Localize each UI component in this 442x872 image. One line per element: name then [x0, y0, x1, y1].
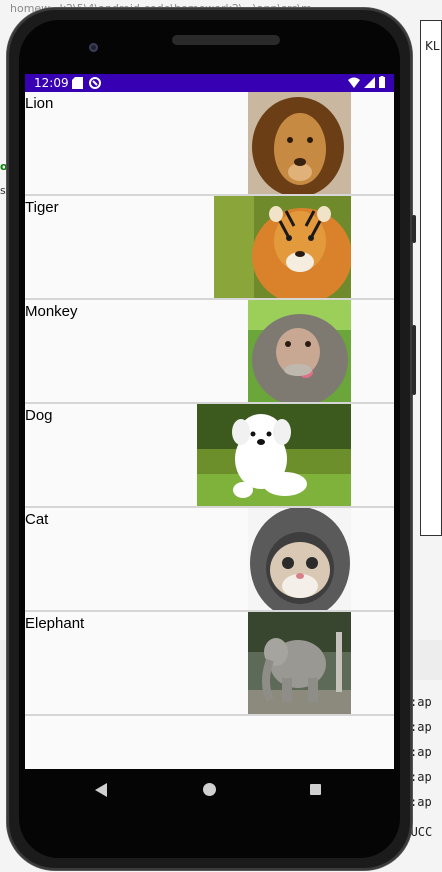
status-bar: 12:09	[25, 74, 394, 92]
ide-right-panel: KL	[420, 20, 442, 536]
sync-icon	[89, 77, 101, 89]
elephant-image	[248, 612, 351, 714]
tiger-image	[214, 196, 351, 298]
sd-card-icon	[72, 77, 83, 89]
animal-name: Tiger	[25, 199, 59, 216]
console-line: :ap	[410, 770, 432, 784]
front-camera	[89, 43, 98, 52]
console-line: :ap	[410, 695, 432, 709]
list-item[interactable]: Lion	[25, 92, 394, 196]
list-item[interactable]: Cat	[25, 508, 394, 612]
console-line: :ap	[410, 745, 432, 759]
earpiece-speaker	[172, 35, 280, 45]
wifi-icon	[348, 77, 360, 88]
back-icon[interactable]	[95, 783, 107, 797]
ide-right-tab[interactable]: KL	[425, 39, 440, 53]
console-line: :ap	[410, 795, 432, 809]
cat-image	[248, 508, 351, 610]
signal-icon	[364, 76, 375, 88]
battery-icon	[379, 76, 385, 88]
dog-image	[197, 404, 351, 506]
list-item[interactable]: Elephant	[25, 612, 394, 716]
phone-screen: 12:09 Lion Tiger Monkey Dog Cat Elephant	[25, 74, 394, 769]
animal-name: Dog	[25, 407, 53, 424]
list-item[interactable]: Dog	[25, 404, 394, 508]
list-item[interactable]: Tiger	[25, 196, 394, 300]
animal-name: Monkey	[25, 303, 78, 320]
ide-console: :ap :ap :ap :ap :ap	[410, 690, 442, 815]
volume-button[interactable]	[412, 325, 416, 395]
ide-code-fragment-2: s	[0, 184, 6, 197]
animal-list: Lion Tiger Monkey Dog Cat Elephant	[25, 92, 394, 716]
list-item[interactable]: Monkey	[25, 300, 394, 404]
animal-name: Cat	[25, 511, 49, 528]
monkey-image	[248, 300, 351, 402]
animal-name: Lion	[25, 95, 54, 112]
recents-icon[interactable]	[310, 784, 321, 795]
console-line: :ap	[410, 720, 432, 734]
status-time: 12:09	[34, 76, 69, 90]
animal-name: Elephant	[25, 615, 85, 632]
power-button[interactable]	[412, 215, 416, 243]
lion-image	[248, 92, 351, 194]
home-icon[interactable]	[203, 783, 216, 796]
navigation-bar	[25, 769, 394, 813]
